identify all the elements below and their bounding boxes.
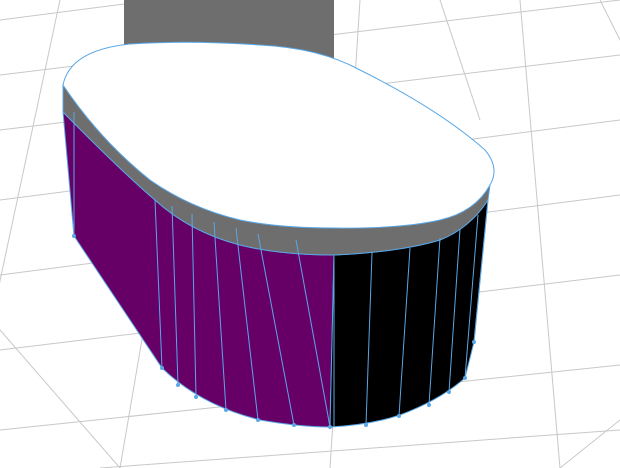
3d-viewport[interactable]	[0, 0, 620, 468]
wire-vertex[interactable]	[472, 340, 476, 344]
wire-vertex[interactable]	[463, 376, 467, 380]
wire-vertex[interactable]	[194, 395, 198, 399]
grid-line	[99, 429, 620, 468]
wire-vertex[interactable]	[72, 234, 76, 238]
wire-vertex[interactable]	[176, 383, 180, 387]
wire-vertex[interactable]	[256, 418, 260, 422]
grid-line	[0, 329, 121, 468]
wire-vertex[interactable]	[292, 423, 296, 427]
grid-line	[559, 419, 620, 468]
wire-vertex[interactable]	[328, 425, 332, 429]
wire-vertex[interactable]	[447, 390, 451, 394]
wire-vertex[interactable]	[224, 408, 228, 412]
wire-vertex[interactable]	[427, 403, 431, 407]
viewport-canvas[interactable]	[0, 0, 620, 468]
grid-line	[0, 0, 61, 284]
wire-vertex[interactable]	[160, 366, 164, 370]
pill-object[interactable]	[62, 41, 495, 429]
grid-line	[519, 0, 561, 468]
grid-line	[599, 0, 620, 41]
wire-vertex[interactable]	[397, 414, 401, 418]
wire-vertex[interactable]	[364, 423, 368, 427]
